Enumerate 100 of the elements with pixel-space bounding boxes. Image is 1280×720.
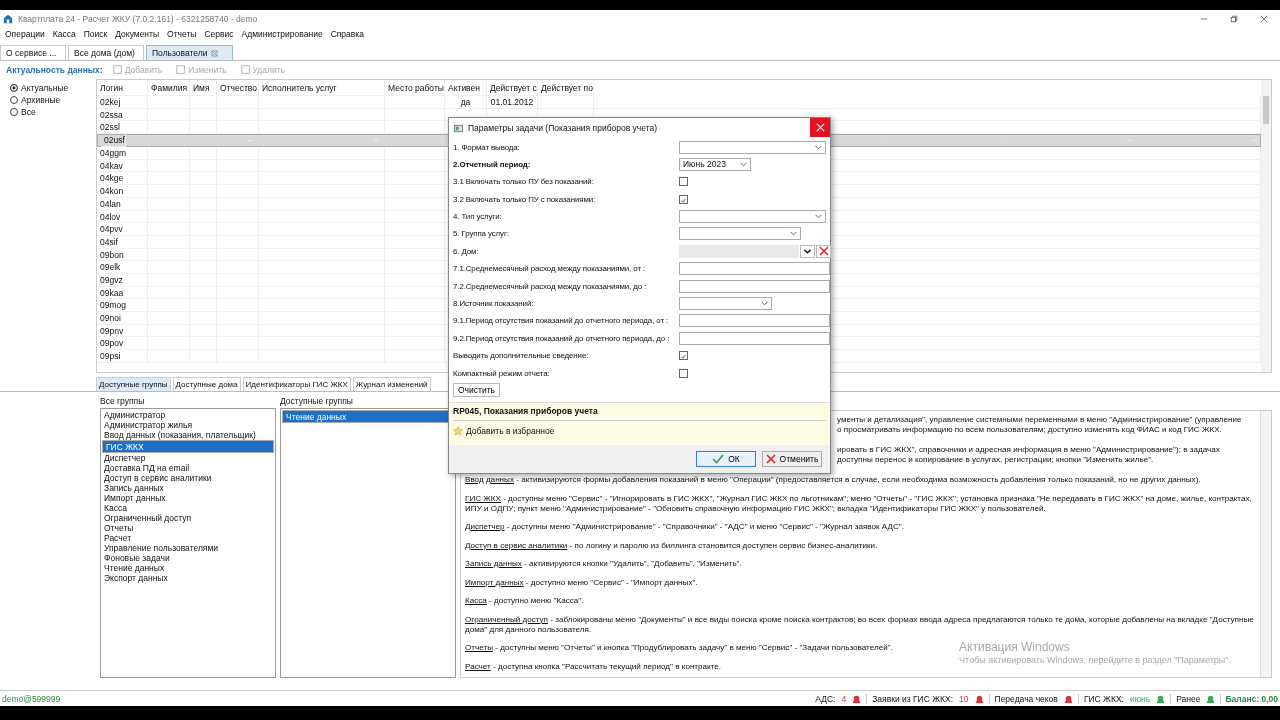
add-to-favorites-link[interactable]: Добавить в избранное <box>466 426 555 437</box>
column-header[interactable]: Действует по <box>538 80 594 96</box>
table-cell: 09gvz <box>100 274 123 285</box>
list-item[interactable]: ГИС ЖКХ <box>102 440 274 453</box>
checkbox[interactable] <box>679 177 688 187</box>
list-item[interactable]: Администратор жилья <box>102 420 274 430</box>
chevron-down-icon <box>790 231 797 237</box>
dropdown[interactable] <box>679 297 772 310</box>
ok-button[interactable]: ОК <box>696 451 756 468</box>
status-value: 10 <box>959 693 969 704</box>
table-cell: 04lov <box>100 211 121 222</box>
column-header[interactable]: Имя <box>190 80 217 96</box>
scrollbar[interactable] <box>1260 411 1271 677</box>
input-field[interactable] <box>679 314 830 328</box>
list-item[interactable]: Импорт данных <box>102 493 274 503</box>
column-header[interactable]: Отчество <box>217 80 259 96</box>
table-cell: 04kge <box>100 173 124 184</box>
table-row[interactable]: 02kej да 01.01.2012 <box>97 96 1261 109</box>
radio-button[interactable] <box>10 84 18 92</box>
status-label: ГИС ЖКХ: <box>1083 693 1124 704</box>
input-field[interactable] <box>679 262 830 276</box>
report-name: RP045, Показания приборов учета <box>453 403 826 422</box>
tab[interactable]: Журнал изменений <box>352 377 431 391</box>
list-item[interactable]: Диспетчер <box>102 453 274 463</box>
tab[interactable]: Пользователи <box>146 45 234 60</box>
chevron-down-icon <box>815 214 822 220</box>
table-cell: 09bon <box>100 249 124 260</box>
close-button[interactable] <box>810 118 830 137</box>
close-icon[interactable] <box>1260 15 1268 23</box>
list-item[interactable]: Чтение данных <box>102 563 274 573</box>
column-header[interactable]: Действует с <box>487 80 538 96</box>
chevron-down-icon <box>761 301 768 306</box>
list-item[interactable]: Ввод данных (показания, плательщик) <box>102 430 274 440</box>
dropdown[interactable] <box>679 140 826 154</box>
menu-item[interactable]: Документы <box>115 29 160 39</box>
dropdown[interactable]: Июнь 2023 <box>679 157 751 171</box>
frame-icon <box>112 65 123 75</box>
status-label: Заявки из ГИС ЖКХ: <box>872 693 954 704</box>
checkbox[interactable] <box>679 351 688 361</box>
cancel-button[interactable]: Отменить <box>762 451 822 468</box>
restore-icon[interactable] <box>1230 15 1238 23</box>
tab[interactable]: Все дома (дом) <box>68 45 144 60</box>
column-header[interactable]: Логин <box>97 80 148 96</box>
tab[interactable]: О сервисе ... <box>0 45 66 60</box>
menu-item[interactable]: Справка <box>330 29 364 39</box>
column-header[interactable]: Исполнитель услуг <box>259 80 385 96</box>
input-field[interactable] <box>679 331 830 345</box>
list-item[interactable]: Администратор <box>102 410 274 420</box>
menu-item[interactable]: Сервис <box>204 29 234 39</box>
list-title: Все группы <box>100 396 146 408</box>
clear-button[interactable] <box>816 244 831 258</box>
minimize-icon[interactable] <box>1200 15 1208 23</box>
list-item[interactable]: Управление пользователями <box>102 543 274 553</box>
checkbox[interactable] <box>679 368 688 378</box>
star-icon <box>453 426 463 437</box>
list-item[interactable]: Доступ в сервис аналитики <box>102 473 274 483</box>
menu-item[interactable]: Отчеты <box>167 29 197 39</box>
clear-button[interactable]: Очистить <box>453 383 500 398</box>
list-title: Доступные группы <box>280 396 354 408</box>
input-field[interactable] <box>679 279 830 293</box>
status-value: 4 <box>841 693 847 704</box>
status-label: Передача чеков <box>994 693 1058 704</box>
house-field[interactable] <box>679 244 799 258</box>
cross-icon <box>765 454 776 465</box>
column-header[interactable]: Фамилия <box>148 80 190 96</box>
list-item[interactable]: Экспорт данных <box>102 573 274 583</box>
menu-item[interactable]: Операции <box>5 29 45 39</box>
frame-icon <box>176 65 187 75</box>
status-label: АДС: <box>815 693 836 704</box>
description-paragraph: ГИС ЖКХ - доступны меню "Сервис" - "Игнорировать в ГИС ЖКХ", "Журнал ГИС ЖКХ по льготникам"; меню "Отчеты" - "ГИС ЖКХ"; установка признака "Не передавать в ГИС ЖКХ" на доме, жилье, контрактах, ИПУ и ОДПУ; пункт меню "Администрирование" - "Обновить справочную информацию ГИС ЖКХ"; вкладка "Идентификаторы ГИС ЖКХ" у пользователей. <box>465 493 1253 514</box>
status-user: demo@599999 <box>2 693 61 704</box>
checkbox[interactable] <box>679 194 688 204</box>
table-cell: 09kaa <box>100 287 124 298</box>
radio-label[interactable]: Архивные <box>21 95 61 105</box>
tab[interactable]: Доступные дома <box>172 377 241 391</box>
list-item[interactable]: Расчет <box>102 533 274 543</box>
radio-label[interactable]: Актуальные <box>21 83 69 93</box>
tab[interactable]: Доступные группы <box>96 377 171 391</box>
status-value: июнь <box>1129 693 1151 704</box>
table-cell: 04kon <box>100 186 124 197</box>
tab[interactable]: Идентификаторы ГИС ЖКХ <box>242 377 351 391</box>
menu-item[interactable]: Поиск <box>83 29 108 39</box>
list-item[interactable]: Отчеты <box>102 523 274 533</box>
dropdown[interactable] <box>679 210 826 224</box>
window-title: Квартплата 24 - Расчет ЖКУ (7.0.2.161) - 6321258740 - demo <box>18 14 258 24</box>
list-item[interactable]: Касса <box>102 503 274 513</box>
list-item[interactable]: Запись данных <box>102 483 274 493</box>
close-icon[interactable] <box>211 49 219 57</box>
column-header[interactable]: Место работы <box>385 80 445 96</box>
radio-label[interactable]: Все <box>21 107 36 117</box>
cross-icon <box>818 246 829 257</box>
menu-item[interactable]: Касса <box>52 29 76 39</box>
list-item[interactable]: Доставка ПД на email <box>102 463 274 473</box>
list-item[interactable]: Ограниченный доступ <box>102 513 274 523</box>
dropdown-button[interactable] <box>800 244 815 258</box>
menu-item[interactable]: Администрирование <box>241 29 323 39</box>
checkmark-icon <box>680 352 687 362</box>
scrollbar[interactable] <box>1261 80 1271 372</box>
column-header[interactable]: Активен <box>445 80 487 96</box>
list-item[interactable]: Фоновые задачи <box>102 553 274 563</box>
